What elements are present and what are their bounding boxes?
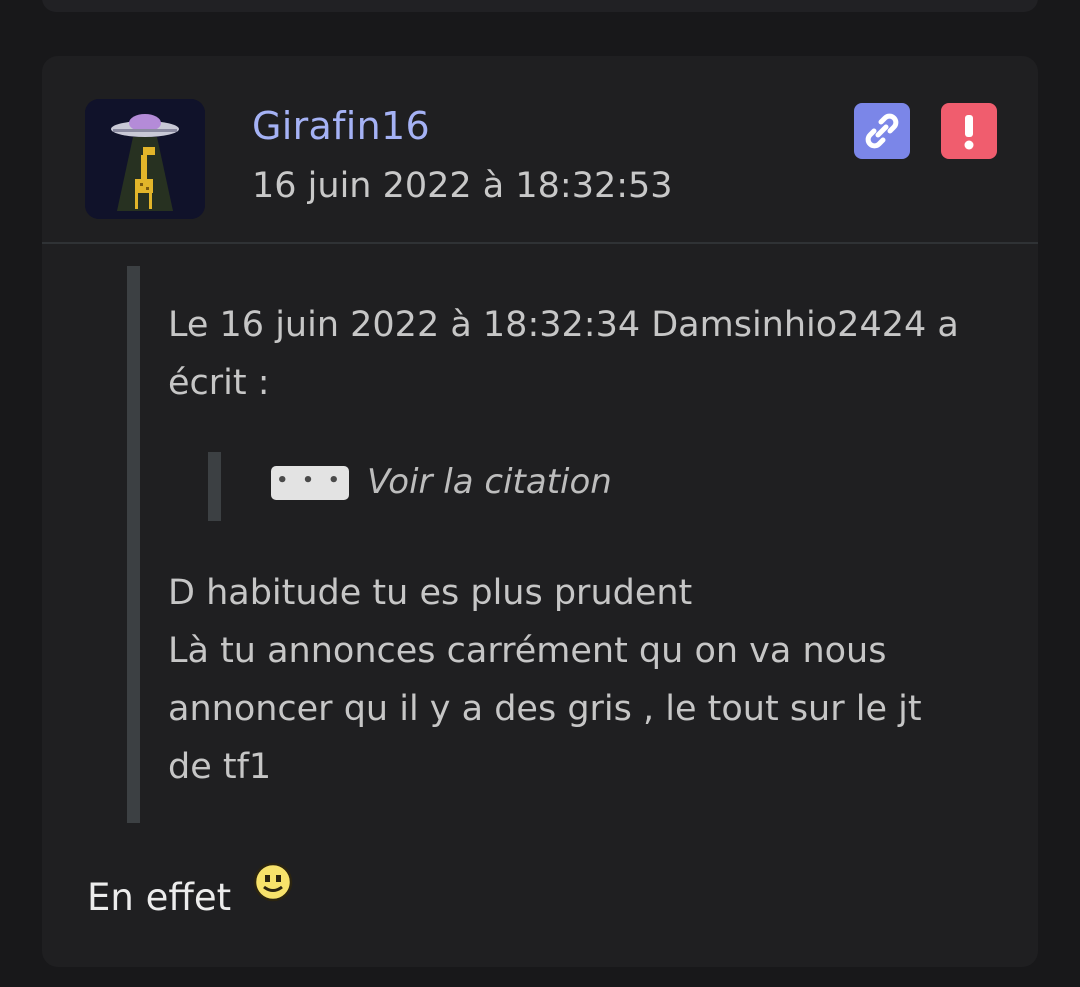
quote-line: Là tu annonces carrément qu on va nous a… (168, 631, 922, 787)
post-date: 16 juin 2022 à 18:32:53 (252, 166, 673, 206)
reply-text: En effet (87, 876, 232, 919)
smiley-icon (253, 862, 293, 902)
link-icon (865, 113, 899, 149)
link-button[interactable] (854, 103, 910, 159)
username[interactable]: Girafin16 (252, 104, 430, 148)
ufo-giraffe-avatar-icon (85, 99, 205, 219)
report-button[interactable] (941, 103, 997, 159)
quote-body: D habitude tu es plus prudent Là tu anno… (168, 564, 958, 796)
exclamation-icon (964, 115, 974, 150)
quote-line: D habitude tu es plus prudent (168, 573, 693, 613)
forum-post: Girafin16 16 juin 2022 à 18:32:53 Le 16 … (42, 56, 1038, 967)
quote-header: Le 16 juin 2022 à 18:32:34 Damsinhio2424… (168, 305, 959, 403)
reply-text-container: En effet (87, 862, 293, 919)
header-divider (42, 242, 1038, 244)
see-quote-label[interactable]: Voir la citation (367, 462, 612, 502)
avatar[interactable] (85, 99, 205, 219)
expand-quote-button[interactable]: • • • (271, 466, 349, 500)
previous-post-card (42, 0, 1038, 12)
blockquote: Le 16 juin 2022 à 18:32:34 Damsinhio2424… (127, 266, 980, 823)
nested-quote: • • • Voir la citation (208, 452, 621, 521)
